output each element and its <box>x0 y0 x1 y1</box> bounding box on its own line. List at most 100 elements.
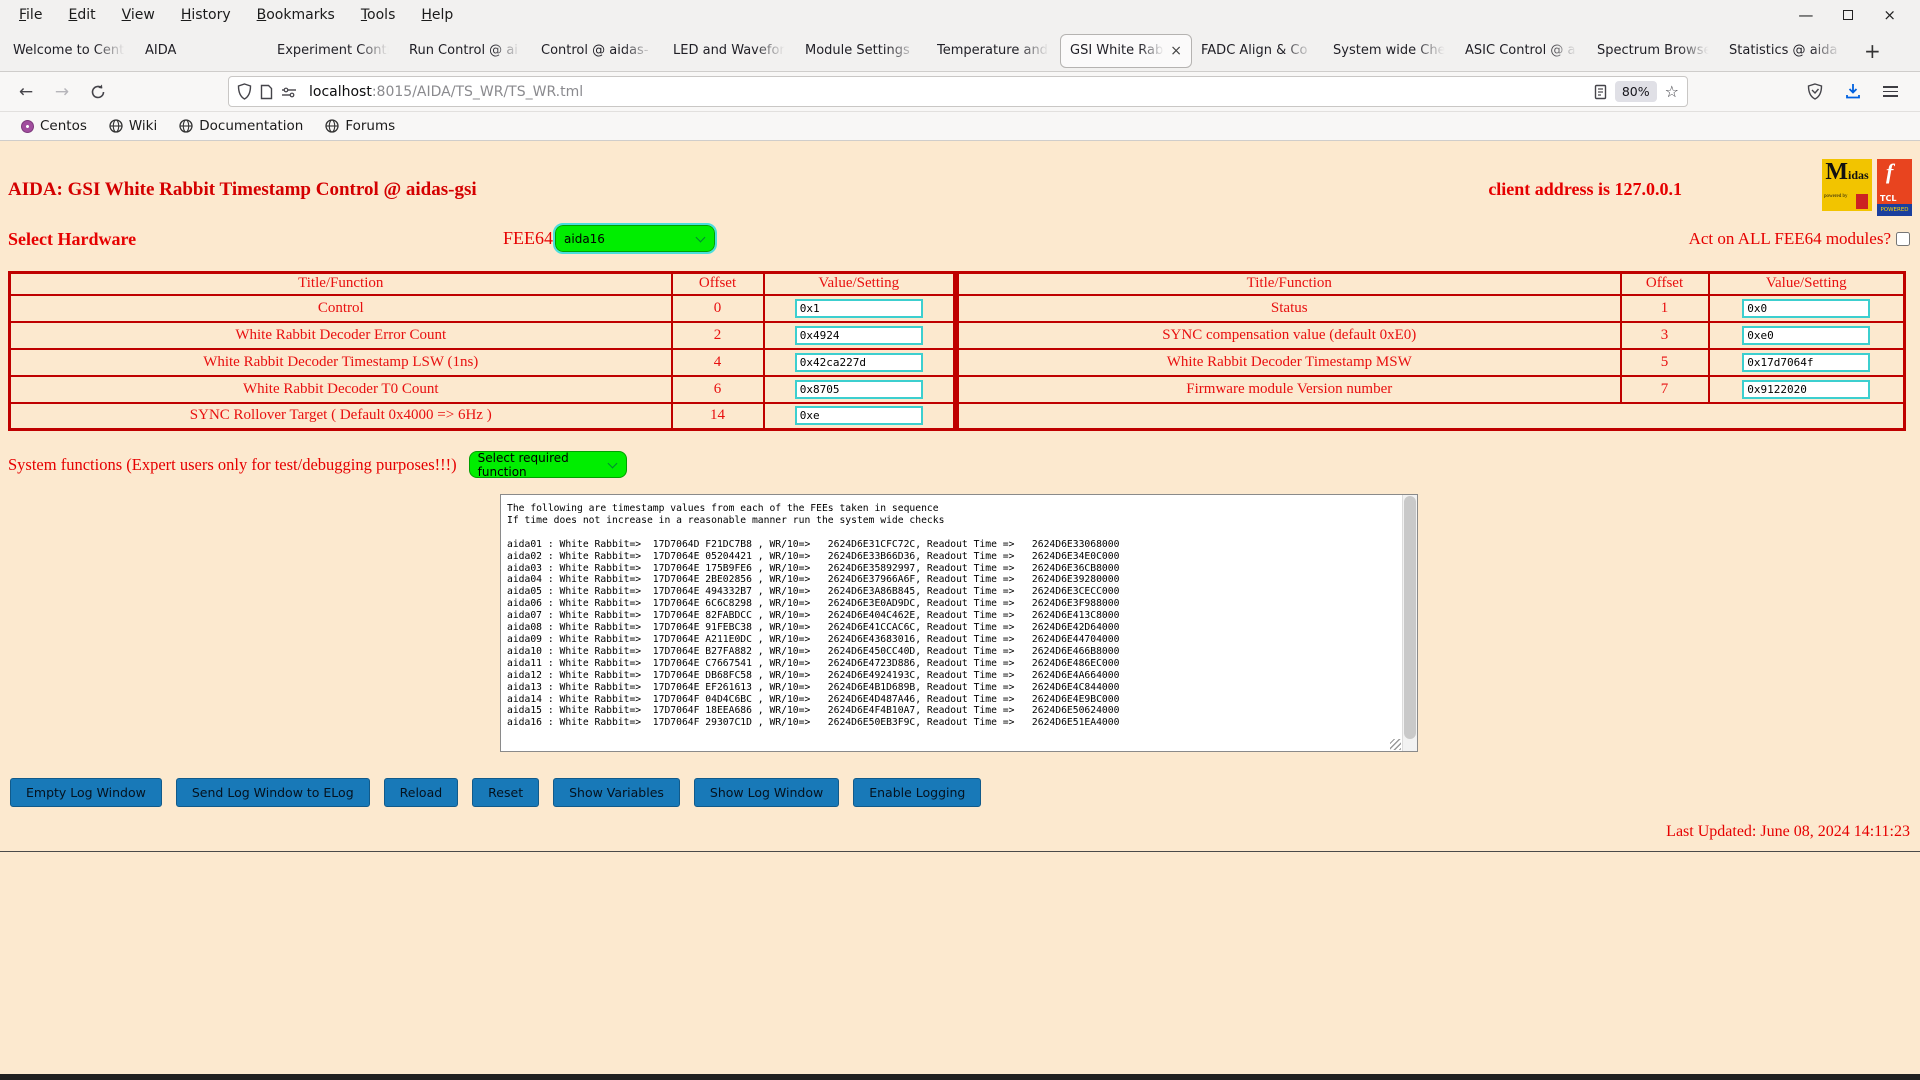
centos-icon <box>21 120 34 133</box>
tab-system-wide-checks[interactable]: System wide Che <box>1324 30 1456 72</box>
show-log-window-button[interactable]: Show Log Window <box>694 778 839 807</box>
table-row: White Rabbit Decoder Timestamp MSW 5 <box>958 349 1905 376</box>
close-icon[interactable]: × <box>1883 8 1896 23</box>
new-tab-button[interactable]: + <box>1852 39 1893 63</box>
value-input-control[interactable] <box>795 299 923 318</box>
bookmark-documentation[interactable]: Documentation <box>170 116 312 136</box>
menu-help[interactable]: Help <box>408 4 466 26</box>
tab-asic-control[interactable]: ASIC Control @ a <box>1456 30 1588 72</box>
value-input-sync-rollover[interactable] <box>795 406 923 425</box>
menu-hamburger-icon[interactable] <box>1883 83 1898 100</box>
bookmark-wiki[interactable]: Wiki <box>100 116 166 136</box>
register-table-right: Title/Function Offset Value/Setting Stat… <box>956 271 1906 431</box>
table-row: Status 1 <box>958 295 1905 322</box>
tab-aida[interactable]: AIDA <box>136 30 268 72</box>
fee64-label: FEE64 <box>503 228 553 249</box>
menu-view[interactable]: View <box>109 4 168 26</box>
client-address: client address is 127.0.0.1 <box>1488 179 1682 201</box>
register-tables: Title/Function Offset Value/Setting Cont… <box>8 271 1912 431</box>
value-input-status[interactable] <box>1742 299 1870 318</box>
select-hardware-row: Select Hardware FEE64 aida16 Act on ALL … <box>0 225 1920 259</box>
midas-redbox <box>1856 194 1868 209</box>
scrollbar-thumb[interactable] <box>1404 496 1416 739</box>
select-hardware-label: Select Hardware <box>8 229 136 250</box>
bottom-edge-bar <box>0 1074 1920 1080</box>
log-scrollbar[interactable] <box>1402 495 1417 751</box>
bookmark-forums[interactable]: Forums <box>316 116 404 136</box>
show-variables-button[interactable]: Show Variables <box>553 778 680 807</box>
zoom-level-badge[interactable]: 80% <box>1615 81 1657 102</box>
resize-grip-icon[interactable] <box>1390 739 1401 750</box>
midas-logo[interactable]: Midas powered by <box>1822 159 1872 211</box>
tab-bar: Welcome to Cent AIDA Experiment Contr Ru… <box>0 30 1920 72</box>
globe-icon <box>325 119 339 133</box>
globe-icon <box>179 119 193 133</box>
value-input-firmware-version[interactable] <box>1742 380 1870 399</box>
tab-close-icon[interactable]: × <box>1166 43 1182 59</box>
pocket-icon[interactable] <box>1807 83 1823 100</box>
system-functions-label: System functions (Expert users only for … <box>8 455 457 475</box>
globe-icon <box>109 119 123 133</box>
reload-icon[interactable] <box>80 84 116 100</box>
reset-button[interactable]: Reset <box>472 778 539 807</box>
bookmark-centos[interactable]: Centos <box>12 116 96 136</box>
menu-tools[interactable]: Tools <box>348 4 409 26</box>
back-icon[interactable]: ← <box>8 82 44 102</box>
tab-experiment-control[interactable]: Experiment Contr <box>268 30 400 72</box>
tab-control-aidas[interactable]: Control @ aidas- <box>532 30 664 72</box>
menubar: File Edit View History Bookmarks Tools H… <box>0 0 1920 30</box>
url-text[interactable]: localhost:8015/AIDA/TS_WR/TS_WR.tml <box>309 84 1586 100</box>
tcl-powered-logo[interactable]: f TCL POWERED <box>1877 159 1912 216</box>
tab-led-waveform[interactable]: LED and Wavefor <box>664 30 796 72</box>
tab-run-control[interactable]: Run Control @ ai <box>400 30 532 72</box>
tab-temperature[interactable]: Temperature and <box>928 30 1060 72</box>
menu-edit[interactable]: Edit <box>55 4 108 26</box>
table-row-empty <box>958 403 1905 430</box>
table-row: White Rabbit Decoder Error Count 2 <box>10 322 955 349</box>
register-table-left: Title/Function Offset Value/Setting Cont… <box>8 271 956 431</box>
shield-icon[interactable] <box>237 83 252 100</box>
menu-bookmarks[interactable]: Bookmarks <box>244 4 348 26</box>
action-buttons-row: Empty Log Window Send Log Window to ELog… <box>10 778 1920 807</box>
value-input-sync-compensation[interactable] <box>1742 326 1870 345</box>
reload-button[interactable]: Reload <box>384 778 459 807</box>
log-window[interactable]: The following are timestamp values from … <box>500 494 1418 752</box>
value-input-t0-count[interactable] <box>795 380 923 399</box>
table-row: SYNC Rollover Target ( Default 0x4000 =>… <box>10 403 955 430</box>
divider <box>0 851 1920 852</box>
fee64-select[interactable]: aida16 <box>555 225 715 252</box>
system-function-select[interactable]: Select required function <box>469 451 627 478</box>
chevron-down-icon <box>696 233 706 243</box>
tab-gsi-white-rabbit-active[interactable]: GSI White Rabb × <box>1060 34 1192 68</box>
minimize-icon[interactable]: — <box>1798 8 1813 23</box>
value-input-timestamp-msw[interactable] <box>1742 353 1870 372</box>
value-input-timestamp-lsw[interactable] <box>795 353 923 372</box>
menu-history[interactable]: History <box>168 4 244 26</box>
last-updated-text: Last Updated: June 08, 2024 14:11:23 <box>0 823 1910 841</box>
empty-log-window-button[interactable]: Empty Log Window <box>10 778 162 807</box>
reader-mode-icon[interactable] <box>1594 84 1607 100</box>
act-on-all-label: Act on ALL FEE64 modules? <box>1689 229 1891 249</box>
tab-statistics[interactable]: Statistics @ aida <box>1720 30 1852 72</box>
send-log-to-elog-button[interactable]: Send Log Window to ELog <box>176 778 370 807</box>
download-icon[interactable] <box>1845 83 1861 99</box>
enable-logging-button[interactable]: Enable Logging <box>853 778 981 807</box>
tab-spectrum-browser[interactable]: Spectrum Browse <box>1588 30 1720 72</box>
page-info-icon[interactable] <box>260 84 273 100</box>
tab-welcome-centos[interactable]: Welcome to Cent <box>4 30 136 72</box>
logos: Midas powered by f TCL POWERED <box>1822 159 1912 216</box>
system-functions-row: System functions (Expert users only for … <box>8 451 1920 478</box>
table-row: Firmware module Version number 7 <box>958 376 1905 403</box>
forward-icon[interactable]: → <box>44 82 80 102</box>
window-controls: — × <box>1798 8 1914 23</box>
tab-module-settings[interactable]: Module Settings <box>796 30 928 72</box>
maximize-icon[interactable] <box>1843 10 1853 20</box>
bookmark-star-icon[interactable]: ☆ <box>1665 82 1679 101</box>
act-on-all-checkbox[interactable] <box>1896 232 1910 246</box>
value-input-error-count[interactable] <box>795 326 923 345</box>
menu-file[interactable]: File <box>6 4 55 26</box>
url-bar[interactable]: localhost:8015/AIDA/TS_WR/TS_WR.tml 80% … <box>228 76 1688 107</box>
table-header-row: Title/Function Offset Value/Setting <box>958 273 1905 295</box>
permissions-icon[interactable] <box>281 86 297 98</box>
tab-fadc-align[interactable]: FADC Align & Co <box>1192 30 1324 72</box>
